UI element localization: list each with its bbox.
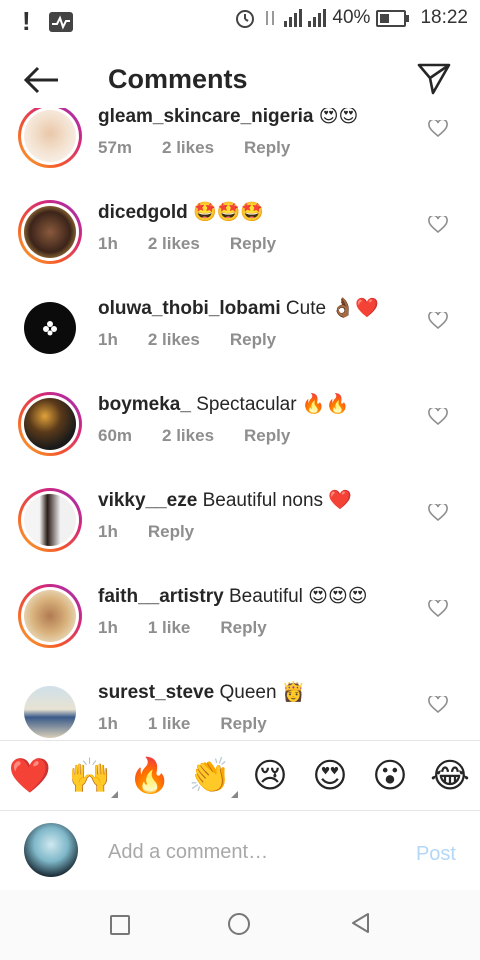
comment-username[interactable]: gleam_skincare_nigeria (98, 108, 313, 127)
like-heart-icon[interactable] (428, 408, 448, 426)
battery-icon (376, 9, 410, 27)
comment-likes[interactable]: 2 likes (162, 138, 214, 158)
like-heart-icon[interactable] (428, 312, 448, 330)
reply-button[interactable]: Reply (230, 330, 276, 350)
comment-list[interactable]: gleam_skincare_nigeria 😍😍 57m 2 likes Repl… (0, 108, 480, 738)
alarm-icon (236, 10, 255, 28)
comment-text: Beautiful 😍😍😍 (228, 586, 368, 607)
reaction-raising-hands[interactable]: 🙌 (68, 756, 118, 798)
avatar[interactable] (18, 296, 82, 360)
signal-icon (308, 9, 327, 27)
reaction-surprised[interactable]: 😮 (368, 756, 412, 796)
comment-username[interactable]: faith__artistry (98, 586, 224, 607)
comment-time: 1h (98, 618, 118, 637)
like-heart-icon[interactable] (428, 504, 448, 522)
comment-item: surest_steve Queen 👸 1h 1 like Reply (0, 672, 480, 738)
comment-time: 1h (98, 522, 118, 541)
reply-button[interactable]: Reply (220, 714, 266, 734)
recent-apps-icon[interactable] (110, 915, 130, 935)
system-nav-bar (0, 890, 480, 960)
like-heart-icon[interactable] (428, 120, 448, 138)
avatar[interactable] (18, 680, 82, 738)
comment-time: 1h (98, 234, 118, 253)
header: Comments (0, 52, 480, 108)
like-heart-icon[interactable] (428, 696, 448, 714)
comment-composer: Add a comment… Post (0, 810, 480, 891)
reply-button[interactable]: Reply (220, 618, 266, 638)
clock: 18:22 (420, 7, 468, 28)
quick-reactions-bar: ❤️ 🙌 🔥 👏 😢 😍 😮 😂 (0, 740, 480, 811)
avatar[interactable] (18, 108, 82, 168)
comment-username[interactable]: surest_steve (98, 682, 214, 703)
comment-time: 1h (98, 330, 118, 349)
comment-item: dicedgold 🤩🤩🤩 1h 2 likes Reply (0, 192, 480, 288)
comment-username[interactable]: boymeka_ (98, 394, 191, 415)
back-triangle-icon[interactable] (350, 912, 372, 934)
flower-logo-icon (43, 321, 57, 336)
skin-tone-indicator (231, 791, 238, 798)
comment-username[interactable]: dicedgold (98, 202, 188, 223)
like-heart-icon[interactable] (428, 600, 448, 618)
send-icon[interactable] (416, 60, 452, 96)
avatar[interactable] (18, 488, 82, 552)
comment-likes[interactable]: 2 likes (148, 234, 200, 254)
comment-time: 1h (98, 714, 118, 733)
comment-item: boymeka_ Spectacular 🔥🔥 60m 2 likes Reply (0, 384, 480, 480)
comment-item: vikky__eze Beautiful nons ❤️ 1h Reply (0, 480, 480, 576)
comment-username[interactable]: vikky__eze (98, 490, 197, 511)
comment-text: 🤩🤩🤩 (193, 202, 264, 223)
reaction-laughing[interactable]: 😂 (428, 756, 472, 796)
comment-text: Queen 👸 (219, 682, 306, 703)
back-arrow-icon[interactable] (22, 62, 62, 98)
comment-item: oluwa_thobi_lobami Cute 👌🏾❤️ 1h 2 likes Re… (0, 288, 480, 384)
comment-text: Spectacular 🔥🔥 (196, 394, 350, 415)
reaction-heart-eyes[interactable]: 😍 (308, 756, 352, 796)
comment-text: Beautiful nons ❤️ (202, 490, 352, 511)
current-user-avatar (24, 823, 78, 877)
data-transfer-icon (266, 11, 275, 25)
battery-percent: 40% (332, 7, 371, 28)
comment-likes[interactable]: 2 likes (162, 426, 214, 446)
comment-text: Cute 👌🏾❤️ (285, 298, 379, 319)
reply-button[interactable]: Reply (244, 426, 290, 446)
clapping-emoji: 👏 (188, 757, 232, 795)
activity-icon (48, 11, 73, 32)
comment-text: 😍😍 (318, 108, 359, 127)
reply-button[interactable]: Reply (230, 234, 276, 254)
comment-input[interactable]: Add a comment… (108, 841, 268, 864)
comment-likes[interactable]: 1 like (148, 618, 191, 638)
like-heart-icon[interactable] (428, 216, 448, 234)
comment-item: gleam_skincare_nigeria 😍😍 57m 2 likes Repl… (0, 108, 480, 192)
comment-time: 60m (98, 426, 133, 445)
skin-tone-indicator (111, 791, 118, 798)
alert-icon: ! (22, 6, 31, 36)
reaction-clapping[interactable]: 👏 (188, 756, 238, 798)
status-bar: ! 40% 18:22 (0, 0, 480, 38)
reaction-heart[interactable]: ❤️ (8, 756, 52, 796)
post-button[interactable]: Post (416, 843, 456, 866)
reply-button[interactable]: Reply (244, 138, 290, 158)
comment-item: faith__artistry Beautiful 😍😍😍 1h 1 like Re… (0, 576, 480, 672)
avatar[interactable] (18, 200, 82, 264)
comment-username[interactable]: oluwa_thobi_lobami (98, 298, 281, 319)
signal-icon (284, 9, 303, 27)
avatar[interactable] (18, 584, 82, 648)
page-title: Comments (108, 64, 248, 94)
comment-likes[interactable]: 2 likes (148, 330, 200, 350)
raising-hands-emoji: 🙌 (68, 757, 112, 795)
home-icon[interactable] (228, 913, 250, 935)
reaction-crying[interactable]: 😢 (248, 756, 292, 796)
avatar[interactable] (18, 392, 82, 456)
comment-likes[interactable]: 1 like (148, 714, 191, 734)
reply-button[interactable]: Reply (148, 522, 194, 542)
reaction-fire[interactable]: 🔥 (128, 756, 172, 796)
comment-time: 57m (98, 138, 133, 157)
